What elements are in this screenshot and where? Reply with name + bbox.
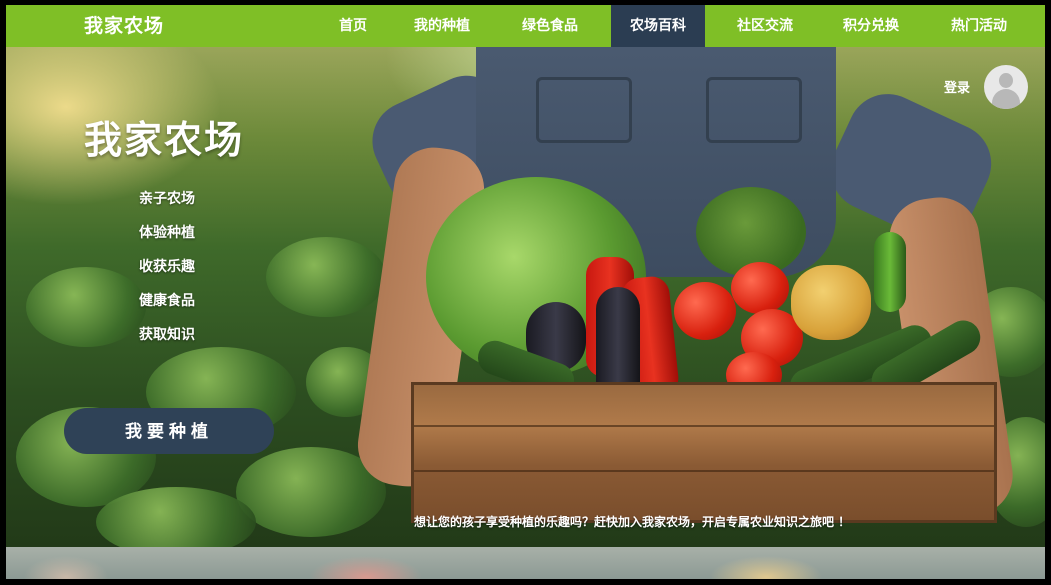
nav-item-points-exchange[interactable]: 积分兑换 — [828, 5, 914, 47]
cabbage-leaf — [266, 237, 386, 317]
user-avatar-icon[interactable] — [984, 65, 1028, 109]
shirt-pocket — [706, 77, 802, 143]
menu-item-experience-planting[interactable]: 体验种植 — [139, 222, 195, 256]
hero-feature-menu: 亲子农场 体验种植 收获乐趣 健康食品 获取知识 — [139, 188, 195, 358]
tomato — [674, 282, 736, 340]
plant-now-button[interactable]: 我要种植 — [64, 408, 274, 454]
nav-item-hot-events[interactable]: 热门活动 — [936, 5, 1022, 47]
green-pepper — [874, 232, 906, 312]
next-section-preview — [6, 547, 1045, 579]
menu-item-harvest-fun[interactable]: 收获乐趣 — [139, 256, 195, 290]
top-navbar: 我家农场 首页 我的种植 绿色食品 农场百科 社区交流 积分兑换 热门活动 — [6, 5, 1045, 47]
tomato — [731, 262, 789, 314]
login-link[interactable]: 登录 — [944, 77, 970, 96]
menu-item-healthy-food[interactable]: 健康食品 — [139, 290, 195, 324]
nav-item-my-planting[interactable]: 我的种植 — [399, 5, 485, 47]
menu-item-family-farm[interactable]: 亲子农场 — [139, 188, 195, 222]
nav-item-green-food[interactable]: 绿色食品 — [507, 5, 593, 47]
cabbage-leaf — [26, 267, 146, 347]
page-frame: 我家农场 首页 我的种植 绿色食品 农场百科 社区交流 积分兑换 热门活动 登录… — [6, 5, 1045, 579]
site-logo[interactable]: 我家农场 — [84, 13, 164, 39]
yellow-tomato — [791, 265, 871, 340]
nav-item-community[interactable]: 社区交流 — [722, 5, 808, 47]
nav-item-home[interactable]: 首页 — [328, 5, 378, 47]
wooden-crate — [411, 382, 997, 523]
hero-slogan: 想让您的孩子享受种植的乐趣吗？赶快加入我家农场，开启专属农业知识之旅吧 ！ — [414, 515, 851, 529]
nav-item-farm-encyclopedia[interactable]: 农场百科 — [611, 5, 705, 47]
menu-item-gain-knowledge[interactable]: 获取知识 — [139, 324, 195, 358]
hero-title: 我家农场 — [84, 118, 245, 162]
shirt-pocket — [536, 77, 632, 143]
